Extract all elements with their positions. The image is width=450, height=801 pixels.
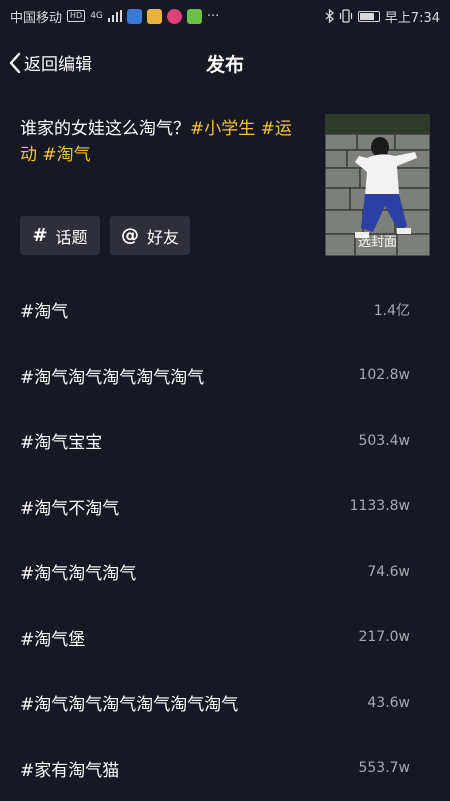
topic-name: #淘气淘气淘气淘气淘气 [20,363,204,388]
topic-view-count: 102.8w [358,367,410,383]
topic-suggestion-item[interactable]: #淘气堡 217.0w [0,605,450,671]
app-notification-icon [147,9,162,24]
app-notification-icon [167,9,182,24]
hashtag[interactable]: #小学生 [190,119,255,139]
clock: 早上7:34 [385,7,440,26]
topic-suggestion-item[interactable]: #淘气宝宝 503.4w [0,408,450,474]
hash-icon: # [32,225,47,246]
status-left: 中国移动 HD 4G ··· [10,7,219,26]
topic-name: #淘气淘气淘气淘气淘气淘气 [20,690,238,715]
topic-name: #淘气堡 [20,625,85,650]
bluetooth-icon [325,9,334,23]
caption-text: 谁家的女娃这么淘气？ [20,119,190,139]
topic-view-count: 74.6w [367,564,410,580]
choose-cover-label: 选封面 [325,231,430,250]
cover-selector[interactable]: 选封面 [325,114,430,256]
topic-name: #家有淘气猫 [20,756,119,781]
topic-suggestion-item[interactable]: #淘气不淘气 1133.8w [0,474,450,540]
app-notification-icon [187,9,202,24]
topic-suggestion-item[interactable]: #淘气淘气淘气淘气淘气淘气 43.6w [0,670,450,736]
topic-name: #淘气 [20,297,68,322]
add-topic-label: 话题 [56,224,88,248]
hashtag[interactable]: #淘气 [42,145,90,165]
topic-suggestion-item[interactable]: #淘气淘气淘气淘气淘气 102.8w [0,343,450,409]
signal-icon [108,10,122,22]
mention-friend-label: 好友 [147,224,179,248]
more-notifications-icon: ··· [207,9,219,24]
topic-suggestion-item[interactable]: #淘气 1.4亿 [0,277,450,343]
topic-suggestion-item[interactable]: #淘气淘气淘气 74.6w [0,539,450,605]
topic-view-count: 217.0w [358,629,410,645]
mention-friend-button[interactable]: @ 好友 [110,216,190,255]
topic-view-count: 1.4亿 [374,300,410,320]
at-icon: @ [121,225,139,246]
topic-view-count: 503.4w [358,433,410,449]
carrier-label: 中国移动 [10,7,62,26]
top-bar: 返回编辑 发布 [0,40,450,86]
app-notification-icon [127,9,142,24]
battery-icon [358,11,380,22]
topic-view-count: 1133.8w [350,498,410,514]
vibrate-icon [339,9,353,23]
page-title: 发布 [0,50,450,77]
hd-badge: HD [67,10,85,22]
topic-name: #淘气不淘气 [20,494,119,519]
topic-name: #淘气淘气淘气 [20,559,136,584]
add-topic-button[interactable]: # 话题 [20,216,100,255]
topic-view-count: 553.7w [358,760,410,776]
network-type-label: 4G [90,11,103,21]
status-right: 早上7:34 [325,7,440,26]
status-bar: 中国移动 HD 4G ··· 早上7:34 [0,0,450,32]
topic-view-count: 43.6w [367,695,410,711]
topic-name: #淘气宝宝 [20,428,102,453]
topic-suggestion-list: #淘气 1.4亿 #淘气淘气淘气淘气淘气 102.8w #淘气宝宝 503.4w… [0,277,450,801]
topic-suggestion-item[interactable]: #家有淘气猫 553.7w [0,736,450,801]
caption-input[interactable]: 谁家的女娃这么淘气？#小学生 #运动 #淘气 [20,116,305,168]
